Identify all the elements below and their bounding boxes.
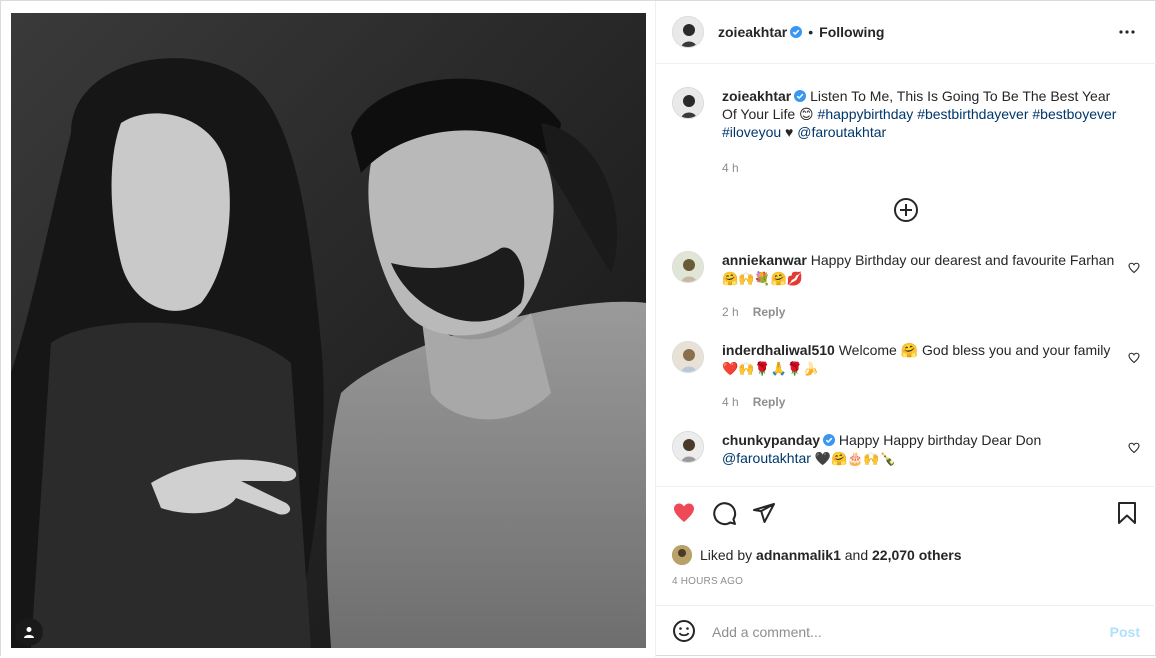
paper-plane-icon [753,503,775,523]
media-area [1,1,655,657]
liker-username[interactable]: adnanmalik1 [756,547,841,563]
verified-badge-icon [794,90,807,102]
comment-text: Happy Happy birthday Dear Don [838,432,1042,448]
post-timestamp[interactable]: 4 HOURS AGO [672,576,743,587]
caption-body: zoieakhtar Listen To Me, This Is Going T… [722,87,1122,141]
author-avatar[interactable] [672,16,704,48]
comment-body: anniekanwar Happy Birthday our dearest a… [722,251,1122,289]
comment-meta: 2 h Reply [722,305,785,319]
bookmark-icon [1118,502,1136,524]
caption-avatar[interactable] [672,87,704,119]
add-comment-bar: Post [656,605,1156,658]
share-button[interactable] [752,501,776,528]
caption-age: 4 h [722,161,739,175]
post-actions: Liked by adnanmalik1 and 22,070 others 4… [656,486,1156,657]
add-comment-input[interactable] [712,624,1110,640]
hashtag-link[interactable]: #bestboyever [1032,106,1116,122]
like-button[interactable] [671,501,697,528]
comment-text: Happy Birthday our dearest and favourite… [810,252,1115,268]
post-photo[interactable] [11,13,646,648]
more-options-button[interactable] [1118,23,1136,44]
likes-summary: Liked by adnanmalik1 and 22,070 others [672,545,962,565]
emoji-picker-button[interactable] [672,619,696,646]
comments-section: zoieakhtar Listen To Me, This Is Going T… [656,65,1156,485]
load-more-comments-button[interactable] [893,197,919,226]
likes-prefix: Liked by [700,547,753,563]
comment-item: inderdhaliwal510 Welcome 🤗 God bless you… [672,341,1142,421]
post-dialog: zoieakhtar • Following zoieakhtar Listen… [0,0,1156,657]
heart-outline-icon [1128,442,1140,454]
commenter-username[interactable]: inderdhaliwal510 [722,342,835,358]
likes-joiner: and [844,547,869,563]
commenter-username[interactable]: anniekanwar [722,252,807,268]
user-tag-icon [24,627,34,638]
heart-outline-icon [1128,262,1140,274]
hashtag-link[interactable]: #happybirthday [818,106,914,122]
comment-emojis: ❤️🙌🌹🙏🌹🍌 [722,362,820,377]
comment-age: 4 h [722,395,739,409]
comment-body: chunkypanday Happy Happy birthday Dear D… [722,431,1122,469]
comment-item: anniekanwar Happy Birthday our dearest a… [672,251,1142,331]
comment-body: inderdhaliwal510 Welcome 🤗 God bless you… [722,341,1122,379]
like-comment-button[interactable] [1128,261,1140,277]
heart-filled-icon [674,503,694,522]
commenter-avatar[interactable] [672,251,704,283]
verified-badge-icon [823,434,836,446]
caption: zoieakhtar Listen To Me, This Is Going T… [672,87,1142,187]
commenter-username[interactable]: chunkypanday [722,432,820,448]
tagged-users-button[interactable] [15,618,43,646]
reply-button[interactable]: Reply [753,395,786,409]
ellipsis-icon [1119,30,1135,34]
comment-text: Welcome 🤗 God bless you and your family [838,342,1111,358]
heart-outline-icon [1128,352,1140,364]
heart-emoji: ♥ [785,124,794,140]
following-button[interactable]: Following [819,24,884,40]
caption-meta: 4 h [722,161,739,175]
mention-link[interactable]: @faroutakhtar [797,124,886,140]
comment-emojis: 🖤🤗🎂🙌🍾 [814,452,896,467]
smiley-icon [673,619,695,642]
comment-button[interactable] [712,501,737,529]
like-comment-button[interactable] [1128,351,1140,367]
separator-dot: • [808,24,814,40]
verified-badge-icon [790,26,803,38]
post-header: zoieakhtar • Following [656,1,1156,64]
hashtag-link[interactable]: #bestbirthdayever [917,106,1028,122]
liker-avatar[interactable] [672,545,692,565]
author-username[interactable]: zoieakhtar [718,24,787,40]
post-side-panel: zoieakhtar • Following zoieakhtar Listen… [655,1,1156,657]
commenter-avatar[interactable] [672,431,704,463]
post-comment-button[interactable]: Post [1110,624,1140,640]
caption-username[interactable]: zoieakhtar [722,88,791,104]
photo-illustration [11,13,646,648]
reply-button[interactable]: Reply [753,305,786,319]
save-button[interactable] [1116,501,1138,528]
like-comment-button[interactable] [1128,441,1140,457]
comment-age: 2 h [722,305,739,319]
comment-emojis: 🤗🙌💐🤗💋 [722,272,803,287]
comment-bubble-icon [713,502,737,526]
comment-meta: 4 h Reply [722,395,785,409]
mention-link[interactable]: @faroutakhtar [722,450,811,466]
plus-circle-icon [894,198,918,222]
comment-item: chunkypanday Happy Happy birthday Dear D… [672,431,1142,481]
commenter-avatar[interactable] [672,341,704,373]
hashtag-link[interactable]: #iloveyou [722,124,781,140]
likes-count-link[interactable]: 22,070 others [872,547,962,563]
